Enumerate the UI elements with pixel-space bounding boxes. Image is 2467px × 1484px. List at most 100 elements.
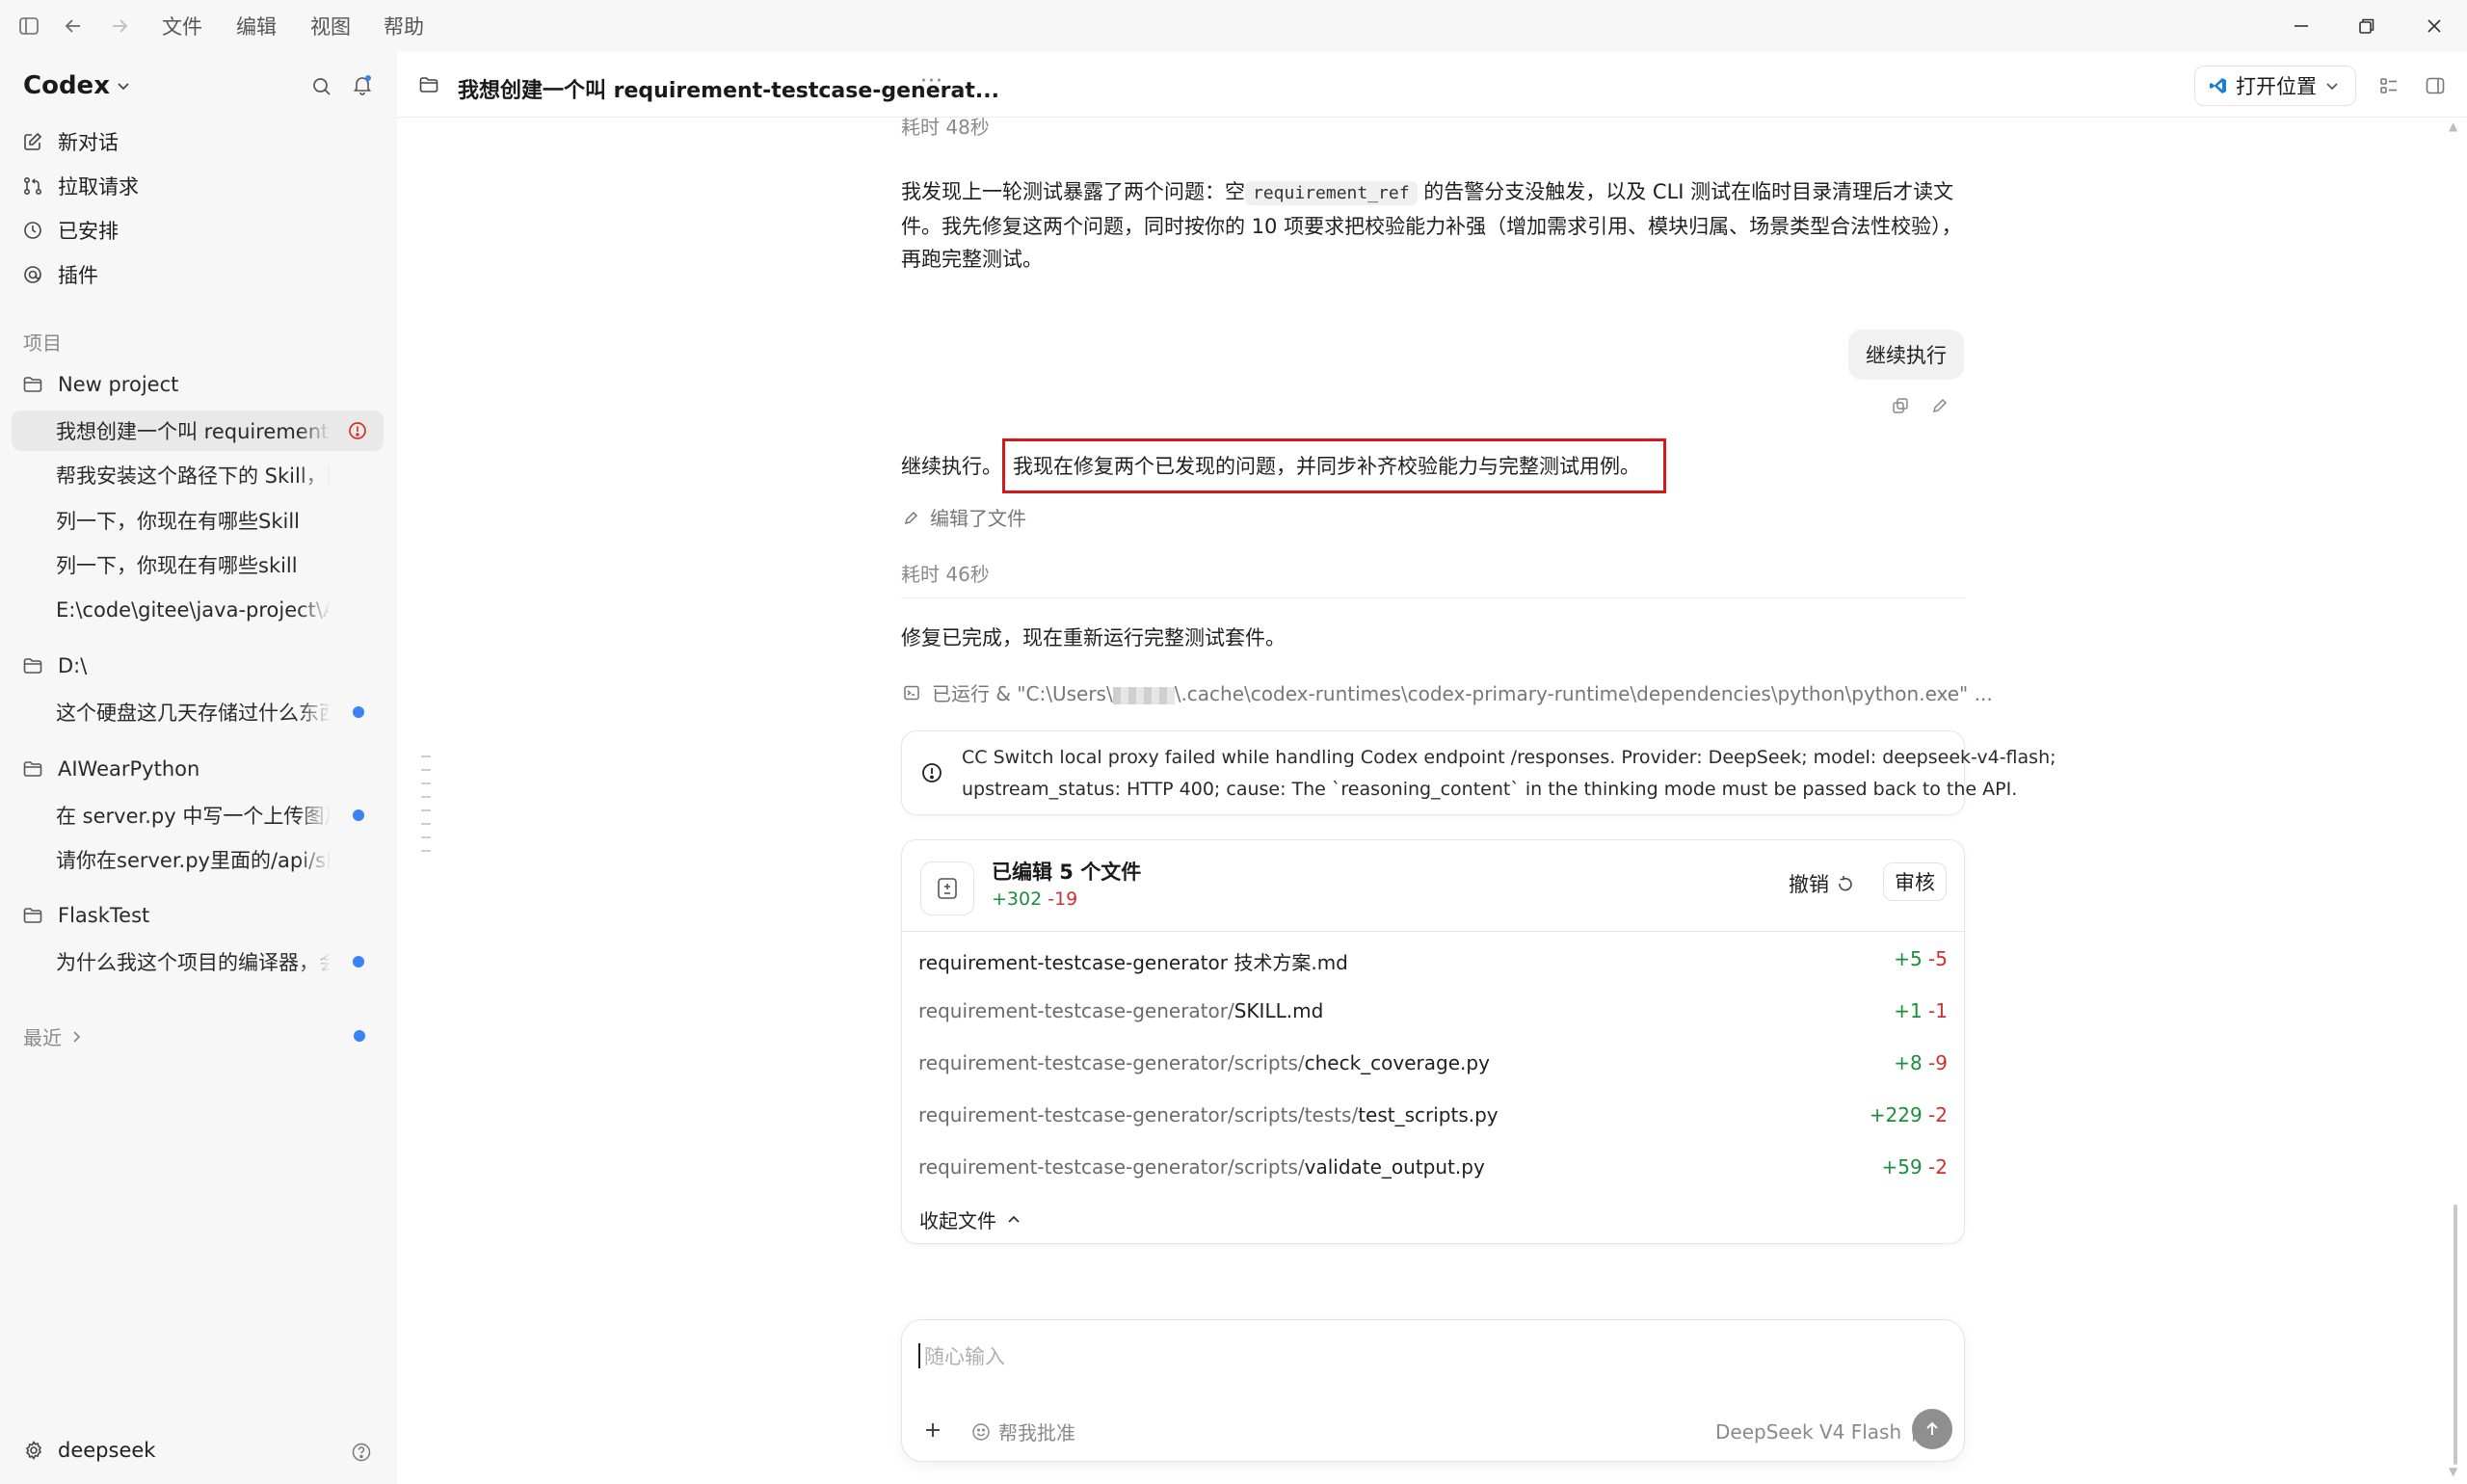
menu-help[interactable]: 帮助 — [384, 12, 424, 40]
nav-scheduled[interactable]: 已安排 — [21, 209, 119, 252]
unread-dot — [353, 809, 364, 821]
conversation-title: 我想创建一个叫 requirement-testcase-generat... — [458, 79, 999, 103]
user-message-bubble: 继续执行 — [1848, 330, 1964, 380]
copy-icon[interactable] — [1889, 394, 1912, 417]
file-row[interactable]: requirement-testcase-generator/scripts/v… — [918, 1155, 1485, 1179]
thread-title: 这个硬盘这几天存储过什么东西 — [56, 702, 331, 725]
project-folder-new-project[interactable]: New project — [21, 365, 178, 404]
folder-icon — [21, 373, 44, 396]
thread-title: E:\code\gitee\java-project\AIWear-python — [56, 598, 331, 622]
back-arrow-icon[interactable] — [58, 11, 89, 41]
unread-dot — [353, 706, 364, 718]
message-text: 我发现上一轮测试暴露了两个问题：空 — [901, 180, 1245, 203]
forward-arrow-icon[interactable] — [104, 11, 135, 41]
approval-mode-button[interactable]: 帮我批准 — [971, 1418, 1075, 1445]
file-row[interactable]: requirement-testcase-generator/scripts/t… — [918, 1103, 1499, 1126]
ran-command-step[interactable]: 已运行 & "C:\Users\ \.cache\codex-runtimes\c… — [903, 678, 1993, 706]
projects-label: 项目 — [23, 331, 62, 355]
message-outline-markers[interactable] — [421, 755, 431, 852]
thread-item[interactable]: 帮我安装这个路径下的 Skill，路径：E:\code — [12, 455, 384, 495]
file-dir: requirement-testcase-generator/scripts/ — [918, 1155, 1305, 1179]
folder-label: New project — [58, 373, 179, 396]
minimize-icon[interactable] — [2284, 9, 2319, 43]
panel-toggle-icon[interactable] — [2421, 71, 2450, 100]
error-line: CC Switch local proxy failed while handl… — [962, 747, 2056, 768]
file-removed: -2 — [1928, 1103, 1948, 1126]
thread-item[interactable]: 为什么我这个项目的编译器，会报错 — [12, 941, 384, 982]
lines-added: +302 — [992, 888, 1043, 910]
file-row[interactable]: requirement-testcase-generator/SKILL.md — [918, 999, 1323, 1022]
task-list-icon[interactable] — [2374, 71, 2403, 100]
sidebar-toggle-icon[interactable] — [13, 11, 44, 41]
thread-item[interactable]: 这个硬盘这几天存储过什么东西 — [12, 692, 384, 732]
thread-item[interactable]: 列一下，你现在有哪些Skill — [12, 500, 384, 541]
title-bar — [0, 0, 2467, 52]
notification-bell-icon[interactable] — [349, 71, 376, 98]
step-label: 编辑了文件 — [930, 507, 1026, 530]
nav-plugins[interactable]: 插件 — [21, 253, 98, 296]
project-folder-d-drive[interactable]: D:\ — [21, 647, 87, 685]
thread-title: 列一下，你现在有哪些skill — [56, 554, 298, 577]
nav-pull-requests[interactable]: 拉取请求 — [21, 165, 139, 207]
elapsed-time: 耗时 48秒 — [901, 116, 990, 139]
user-message-text: 继续执行 — [1866, 344, 1947, 367]
clock-icon — [21, 219, 44, 242]
redacted-block — [1112, 686, 1175, 704]
search-icon[interactable] — [308, 73, 335, 100]
brand-name: Codex — [23, 71, 110, 100]
file-removed: -5 — [1928, 947, 1948, 970]
file-row[interactable]: requirement-testcase-generator/scripts/c… — [918, 1051, 1490, 1074]
workspace-switcher[interactable]: Codex — [23, 71, 131, 100]
plugin-icon — [21, 263, 44, 286]
project-folder-aiwearpython[interactable]: AIWearPython — [21, 750, 199, 788]
nav-new-chat[interactable]: 新对话 — [21, 120, 119, 163]
file-added: +1 — [1894, 999, 1923, 1022]
model-selector[interactable]: DeepSeek V4 Flash 高 — [1715, 1418, 1930, 1445]
gear-icon — [23, 1440, 44, 1461]
recent-section[interactable]: 最近 — [23, 1022, 83, 1050]
edit-message-icon[interactable] — [1928, 394, 1951, 417]
chevron-down-icon — [2324, 78, 2340, 93]
scrollbar-thumb[interactable] — [2454, 1205, 2457, 1465]
edited-files-step[interactable]: 编辑了文件 — [903, 503, 1026, 531]
help-icon[interactable] — [349, 1440, 374, 1465]
open-location-button[interactable]: 打开位置 — [2194, 66, 2356, 106]
composer-placeholder: 随心输入 — [924, 1345, 1005, 1368]
menu-file[interactable]: 文件 — [162, 12, 202, 40]
more-options-button[interactable]: ··· — [920, 69, 943, 93]
menu-view[interactable]: 视图 — [310, 12, 351, 40]
account-button[interactable]: deepseek — [23, 1439, 155, 1462]
file-name: SKILL.md — [1234, 999, 1324, 1022]
unread-dot — [353, 956, 364, 967]
alert-circle-icon — [347, 420, 368, 441]
elapsed-time: 耗时 46秒 — [901, 563, 990, 586]
file-stat: +1 -1 — [1894, 999, 1948, 1022]
recent-label: 最近 — [23, 1026, 62, 1049]
model-name: DeepSeek V4 Flash — [1715, 1419, 1902, 1444]
thread-item[interactable]: 列一下，你现在有哪些skill — [12, 544, 384, 585]
plus-icon[interactable] — [919, 1417, 946, 1444]
send-button[interactable] — [1912, 1409, 1952, 1449]
message-line: 我发现上一轮测试暴露了两个问题：空 requirement_ref 的告警分支没触… — [901, 175, 1971, 210]
menu-edit[interactable]: 编辑 — [236, 12, 277, 40]
undo-button[interactable]: 撤销 — [1789, 869, 1854, 898]
thread-item[interactable]: E:\code\gitee\java-project\AIWear-python — [12, 590, 384, 630]
project-folder-flasktest[interactable]: FlaskTest — [21, 896, 149, 935]
folder-label: AIWearPython — [58, 757, 200, 781]
thread-item[interactable]: 请你在server.py里面的/api/skill/image — [12, 839, 384, 880]
composer-input[interactable]: 随心输入 — [918, 1339, 1940, 1372]
open-location-label: 打开位置 — [2236, 75, 2317, 98]
thread-item[interactable]: 在 server.py 中写一个上传图片的接口 — [12, 795, 384, 835]
restore-icon[interactable] — [2349, 9, 2384, 43]
scroll-down-icon[interactable]: ▼ — [2449, 1465, 2457, 1478]
file-added: +8 — [1894, 1051, 1923, 1074]
file-row[interactable]: requirement-testcase-generator 技术方案.md — [918, 947, 1348, 975]
scroll-up-icon[interactable]: ▲ — [2449, 119, 2457, 133]
thread-title: 在 server.py 中写一个上传图片的接口 — [56, 805, 331, 828]
collapse-files-button[interactable]: 收起文件 — [919, 1206, 1021, 1233]
message-text: 的告警分支没触发，以及 CLI 测试在临时目录清理后才读文 — [1423, 180, 1954, 203]
review-button[interactable]: 审核 — [1883, 862, 1947, 901]
pull-request-icon — [21, 174, 44, 198]
thread-item[interactable]: 我想创建一个叫 requirement-testcase-generator — [12, 411, 384, 451]
close-window-icon[interactable] — [2417, 9, 2452, 43]
